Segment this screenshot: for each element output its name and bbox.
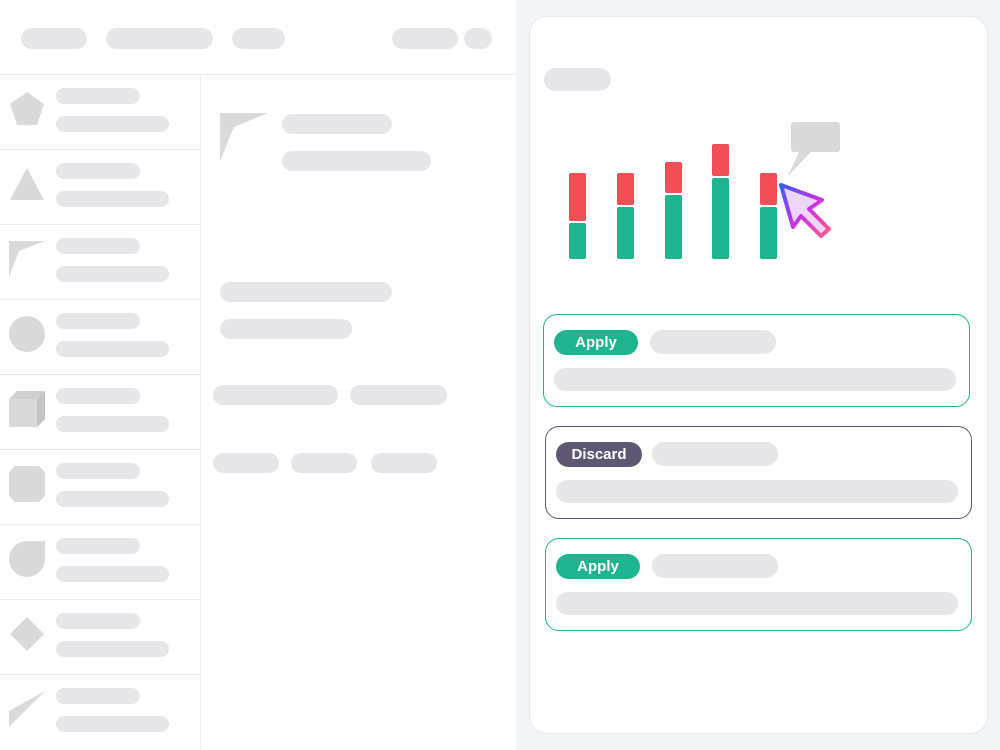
illustration-bar-top <box>760 173 777 205</box>
toolbar-item-3[interactable] <box>232 28 285 49</box>
illustration-bar-bottom <box>665 195 682 259</box>
option-summary <box>652 554 778 578</box>
sidebar-item-subtitle <box>56 716 169 732</box>
app-window <box>0 0 516 750</box>
toolbar-item-2[interactable] <box>106 28 213 49</box>
top-toolbar <box>0 0 516 75</box>
apply-button[interactable]: Apply <box>554 330 638 355</box>
circle-icon <box>9 316 45 352</box>
sidebar-item-title <box>56 313 140 329</box>
sidebar-item-title <box>56 388 140 404</box>
illustration-bar-bottom <box>760 207 777 259</box>
sidebar-item-title <box>56 238 140 254</box>
toolbar-action-1[interactable] <box>392 28 458 49</box>
sidebar-item-title <box>56 88 140 104</box>
sidebar-item-subtitle <box>56 641 169 657</box>
panel-heading <box>544 68 611 91</box>
sidebar-item[interactable] <box>0 225 201 300</box>
content-chip[interactable] <box>213 385 338 405</box>
discard-option-card[interactable]: Discard <box>545 426 972 519</box>
option-summary <box>650 330 776 354</box>
illustration-bar-bottom <box>569 223 586 259</box>
diamond-icon <box>10 617 44 651</box>
option-detail <box>556 592 958 615</box>
sidebar-item[interactable] <box>0 675 201 750</box>
illustration-bar-bottom <box>617 207 634 259</box>
sidebar-item[interactable] <box>0 75 201 150</box>
sidebar-item-title <box>56 538 140 554</box>
apply-option-card[interactable]: Apply <box>543 314 970 407</box>
sidebar-item[interactable] <box>0 375 201 450</box>
content-line <box>220 319 352 339</box>
speech-bubble-icon <box>788 122 840 176</box>
toolbar-action-2[interactable] <box>464 28 492 49</box>
illustration-bar-top <box>665 162 682 193</box>
illustration-chart <box>569 122 840 259</box>
sidebar-item-subtitle <box>56 566 169 582</box>
discard-button[interactable]: Discard <box>556 442 642 467</box>
sidebar-item-subtitle <box>56 266 169 282</box>
apply-button[interactable]: Apply <box>556 554 640 579</box>
illustration-bar-top <box>712 144 729 176</box>
cube-icon <box>9 391 45 427</box>
sidebar-item[interactable] <box>0 600 201 675</box>
sidebar-item-subtitle <box>56 191 169 207</box>
option-detail <box>556 480 958 503</box>
triangle-icon <box>10 168 44 200</box>
toolbar-item-1[interactable] <box>21 28 87 49</box>
sidebar-item-title <box>56 688 140 704</box>
main-content <box>201 75 516 750</box>
cursor-arrow-icon <box>779 183 831 238</box>
sidebar-item[interactable] <box>0 300 201 375</box>
drop-icon <box>9 541 45 577</box>
sidebar-item[interactable] <box>0 450 201 525</box>
sidebar <box>0 75 201 750</box>
content-line <box>220 282 392 302</box>
octagon-icon <box>9 466 45 502</box>
option-summary <box>652 442 778 466</box>
sidebar-item-title <box>56 463 140 479</box>
option-detail <box>554 368 956 391</box>
apply-option-card[interactable]: Apply <box>545 538 972 631</box>
wedge-icon <box>9 691 45 727</box>
content-subtitle <box>282 151 431 171</box>
content-title <box>282 114 392 134</box>
content-chip[interactable] <box>350 385 447 405</box>
sidebar-item[interactable] <box>0 525 201 600</box>
sidebar-item-subtitle <box>56 341 169 357</box>
illustration-bar-top <box>617 173 634 205</box>
sidebar-item-title <box>56 163 140 179</box>
sidebar-item-title <box>56 613 140 629</box>
content-chip[interactable] <box>213 453 279 473</box>
sidebar-item[interactable] <box>0 150 201 225</box>
illustration-bar-bottom <box>712 178 729 259</box>
pentagon-icon <box>10 92 44 125</box>
content-chip[interactable] <box>291 453 357 473</box>
content-chip[interactable] <box>371 453 437 473</box>
sidebar-item-subtitle <box>56 491 169 507</box>
corner-icon <box>9 241 45 277</box>
sidebar-item-subtitle <box>56 116 169 132</box>
sidebar-item-subtitle <box>56 416 169 432</box>
illustration-bar-top <box>569 173 586 221</box>
corner-icon <box>220 113 268 161</box>
